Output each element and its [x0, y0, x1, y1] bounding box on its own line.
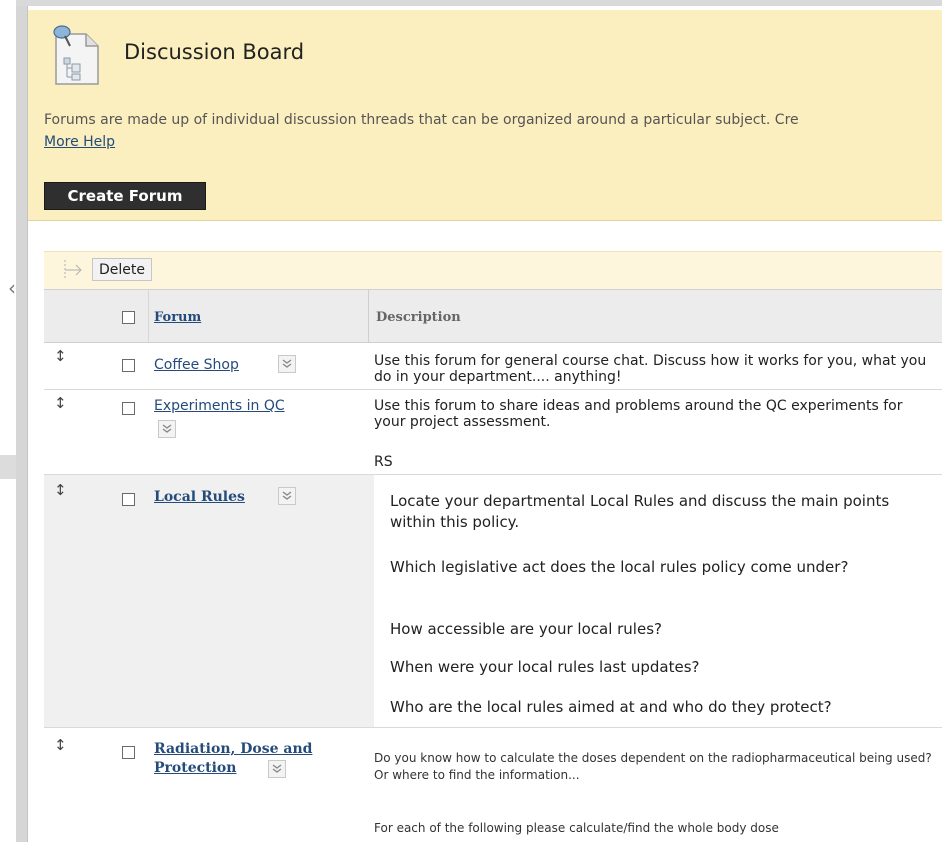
forum-description: Do you know how to calculate the doses d…: [374, 751, 932, 782]
chevron-down-icon[interactable]: [278, 487, 296, 505]
page-intro-text: Forums are made up of individual discuss…: [44, 112, 799, 128]
row-checkbox[interactable]: [122, 746, 135, 759]
table-row: ↕ Experiments in QC Use this forum to sh…: [44, 390, 942, 475]
create-forum-button[interactable]: Create Forum: [44, 182, 206, 210]
forum-link-radiation-dose-protection[interactable]: Radiation, Dose and Protection: [154, 740, 312, 778]
description-column-header: Description: [376, 310, 461, 325]
select-all-checkbox[interactable]: [122, 311, 135, 324]
description-paragraph: When were your local rules last updates?: [390, 658, 700, 676]
page-header: Discussion Board Forums are made up of i…: [28, 10, 942, 221]
chevron-down-icon[interactable]: [158, 420, 176, 438]
table-row: ↕ Coffee Shop Use this forum for general…: [44, 343, 942, 390]
forum-column-header[interactable]: Forum: [154, 310, 201, 325]
table-header: Forum Description: [44, 289, 942, 343]
chevron-down-icon[interactable]: [268, 760, 286, 778]
row-checkbox[interactable]: [122, 359, 135, 372]
forum-description: Use this forum for general course chat. …: [374, 353, 927, 385]
forum-description: Locate your departmental Local Rules and…: [374, 475, 942, 727]
more-help-link[interactable]: More Help: [44, 134, 115, 150]
forum-description: For each of the following please calcula…: [374, 821, 779, 835]
chevron-down-icon[interactable]: [278, 355, 296, 373]
row-checkbox[interactable]: [122, 493, 135, 506]
collapse-menu-icon[interactable]: ‹: [8, 278, 16, 298]
forum-link-experiments-in-qc[interactable]: Experiments in QC: [154, 398, 285, 414]
forum-description-note: RS: [374, 454, 393, 470]
description-paragraph: Who are the local rules aimed at and who…: [390, 698, 832, 716]
page-title: Discussion Board: [124, 40, 305, 64]
delete-button[interactable]: Delete: [92, 258, 152, 281]
action-bar: Delete: [44, 251, 942, 290]
left-chrome: ‹: [0, 0, 28, 842]
description-paragraph: Locate your departmental Local Rules and…: [390, 492, 890, 531]
drag-handle-icon[interactable]: ↕: [54, 396, 67, 411]
column-divider: [148, 290, 149, 342]
table-row: ↕ Local Rules Locate your departmental L…: [44, 475, 942, 728]
drag-handle-icon[interactable]: ↕: [54, 483, 67, 498]
left-edge: [16, 0, 28, 842]
forum-link-coffee-shop[interactable]: Coffee Shop: [154, 357, 239, 373]
description-paragraph: How accessible are your local rules?: [390, 620, 662, 638]
column-divider: [368, 290, 369, 342]
row-checkbox[interactable]: [122, 402, 135, 415]
forum-table: Forum Description ↕ Coffee Shop Use this…: [44, 289, 942, 842]
forum-link-local-rules[interactable]: Local Rules: [154, 489, 245, 505]
drag-handle-icon[interactable]: ↕: [54, 349, 67, 364]
content-area: Discussion Board Forums are made up of i…: [28, 6, 942, 842]
table-row: ↕ Radiation, Dose and Protection Do you …: [44, 728, 942, 842]
left-band: [0, 455, 16, 479]
selected-items-arrow-icon: [64, 260, 82, 280]
discussion-board-icon: [53, 25, 99, 85]
forum-link-line: Protection: [154, 760, 237, 776]
description-paragraph: Which legislative act does the local rul…: [390, 558, 849, 576]
forum-description: Use this forum to share ideas and proble…: [374, 398, 903, 430]
forum-link-line: Radiation, Dose and: [154, 741, 313, 757]
drag-handle-icon[interactable]: ↕: [54, 738, 67, 753]
